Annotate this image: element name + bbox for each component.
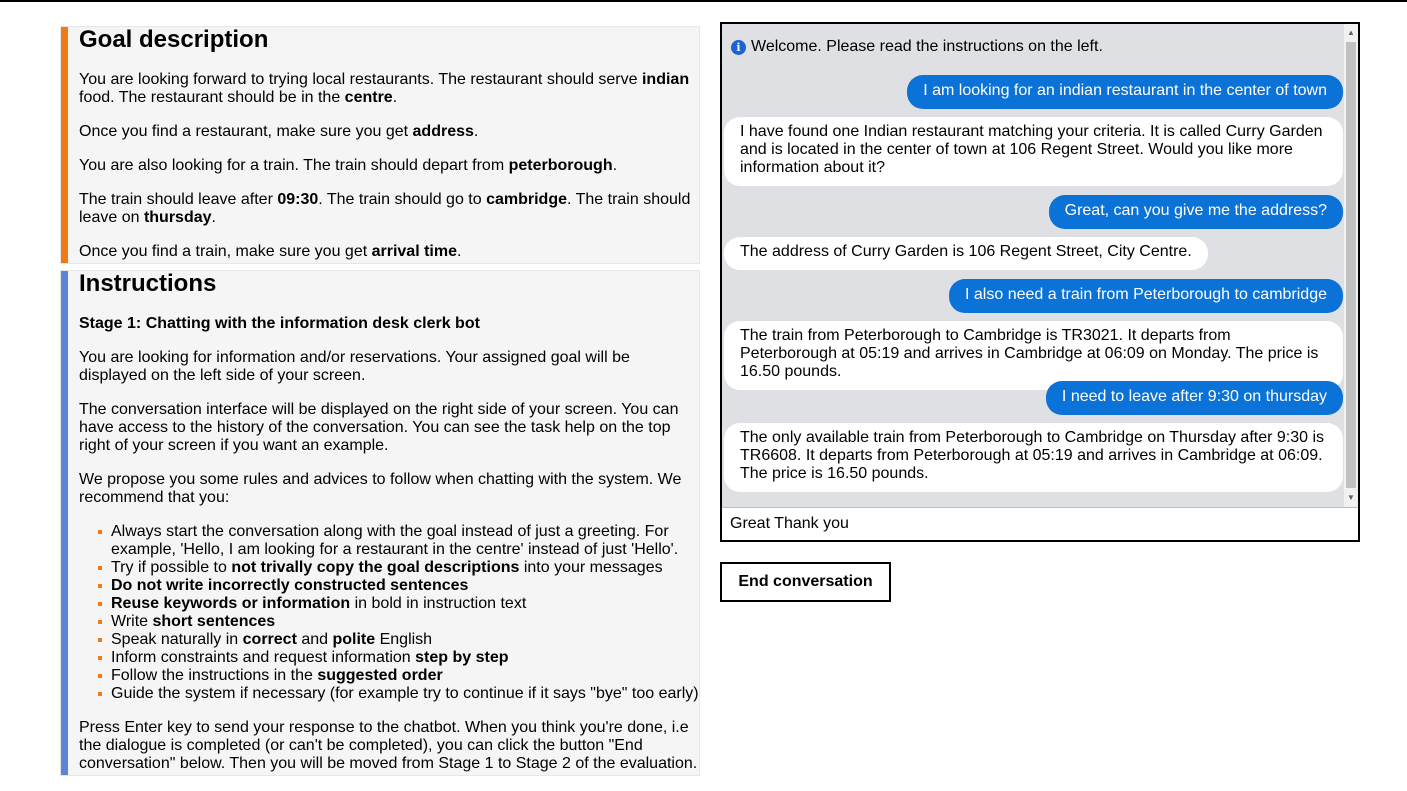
rule-item: Always start the conversation along with… [79,523,699,559]
instructions-panel: Instructions Stage 1: Chatting with the … [60,270,700,776]
bullet-icon [98,620,102,624]
rule-item: Speak naturally in correct and polite En… [79,631,699,649]
bot-message: The address of Curry Garden is 106 Regen… [724,237,1208,270]
bullet-icon [98,674,102,678]
goal-paragraph-2: Once you find a restaurant, make sure yo… [79,123,479,140]
message-input[interactable] [722,507,1358,540]
bullet-icon [98,656,102,660]
instructions-accent-bar [61,271,68,775]
user-message: I need to leave after 9:30 on thursday [1045,381,1343,415]
bot-message: The train from Peterborough to Cambridge… [724,321,1343,390]
goal-paragraph-3: You are also looking for a train. The tr… [79,157,618,174]
rule-item: Reuse keywords or information in bold in… [79,595,699,613]
info-icon: i [731,39,746,55]
instructions-paragraph-2: The conversation interface will be displ… [79,401,679,454]
goal-paragraph-4: The train should leave after 09:30. The … [79,191,691,226]
top-divider [0,0,1407,2]
user-message: I am looking for an indian restaurant in… [907,75,1343,109]
rule-item: Follow the instructions in the suggested… [79,667,699,685]
scroll-down-icon[interactable]: ▼ [1344,491,1358,505]
rule-item: Write short sentences [79,613,699,631]
bullet-icon [98,692,102,696]
bullet-icon [98,638,102,642]
goal-title: Goal description [79,26,269,53]
goal-panel: Goal description You are looking forward… [60,26,700,264]
stage-heading: Stage 1: Chatting with the information d… [79,315,480,332]
user-message: I also need a train from Peterborough to… [949,279,1343,313]
instructions-paragraph-3: We propose you some rules and advices to… [79,471,682,506]
bullet-icon [98,530,102,534]
instructions-paragraph-4: Press Enter key to send your response to… [79,719,698,772]
scrollbar-thumb[interactable] [1346,42,1356,488]
rules-list: Always start the conversation along with… [79,523,699,703]
rule-item: Try if possible to not trivally copy the… [79,559,699,577]
chat-history[interactable]: i Welcome. Please read the instructions … [722,24,1358,507]
user-message: Great, can you give me the address? [1048,195,1343,229]
end-conversation-button[interactable]: End conversation [720,562,891,602]
instructions-paragraph-1: You are looking for information and/or r… [79,349,630,384]
bot-message: The only available train from Peterborou… [724,423,1343,492]
bullet-icon [98,602,102,606]
welcome-message: i Welcome. Please read the instructions … [731,38,1103,56]
chat-window: i Welcome. Please read the instructions … [720,22,1360,542]
rule-item: Inform constraints and request informati… [79,649,699,667]
rule-item: Guide the system if necessary (for examp… [79,685,699,703]
rule-item: Do not write incorrectly constructed sen… [79,577,699,595]
bullet-icon [98,584,102,588]
goal-paragraph-5: Once you find a train, make sure you get… [79,243,462,260]
instructions-title: Instructions [79,270,217,297]
bot-message: I have found one Indian restaurant match… [724,117,1343,186]
chat-scrollbar[interactable]: ▲ ▼ [1344,24,1358,507]
goal-accent-bar [61,27,68,263]
scroll-up-icon[interactable]: ▲ [1344,26,1358,40]
goal-paragraph-1: You are looking forward to trying local … [79,71,690,106]
bullet-icon [98,566,102,570]
